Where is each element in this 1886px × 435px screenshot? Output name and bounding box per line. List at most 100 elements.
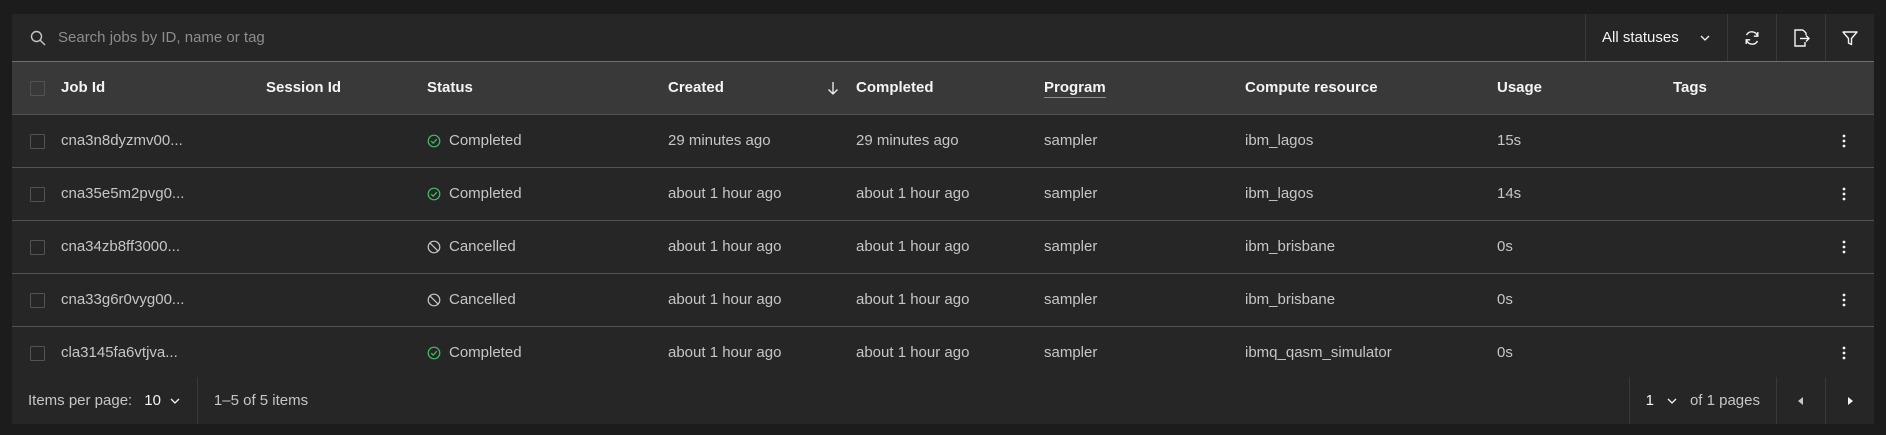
cell-usage: 0s [1497, 238, 1513, 255]
table-row[interactable]: cna33g6r0vyg00... Cancelled about 1 hour a… [12, 273, 1874, 326]
overflow-menu-vertical-icon [1842, 187, 1846, 200]
status-label: Cancelled [449, 291, 516, 308]
status-label: Completed [449, 132, 522, 149]
cell-program: sampler [1044, 344, 1098, 361]
column-header-compute-resource[interactable]: Compute resource [1245, 62, 1497, 115]
row-overflow-menu-button[interactable] [1814, 239, 1874, 255]
page-selector[interactable]: 1 of 1 pages [1628, 377, 1776, 424]
search-bar[interactable] [12, 14, 1585, 61]
status-filter-value: All statuses [1602, 29, 1679, 46]
column-header-job-id[interactable]: Job Id [61, 62, 266, 115]
checkmark-outline-icon [427, 134, 441, 147]
column-header-program[interactable]: Program [1044, 62, 1245, 115]
export-icon [1794, 28, 1810, 47]
overflow-menu-vertical-icon [1842, 293, 1846, 306]
refresh-icon [1745, 30, 1759, 45]
cell-job-id[interactable]: cna34zb8ff3000... [61, 220, 266, 273]
cell-completed: about 1 hour ago [856, 238, 970, 255]
cell-session-id [266, 326, 427, 379]
next-page-button[interactable] [1825, 377, 1874, 424]
chevron-down-icon [1667, 398, 1677, 404]
row-checkbox[interactable] [30, 186, 45, 202]
row-overflow-menu-button[interactable] [1814, 186, 1874, 202]
current-page: 1 [1645, 392, 1654, 409]
row-checkbox[interactable] [30, 345, 45, 361]
column-header-status[interactable]: Status [427, 62, 668, 115]
jobs-table: Job Id Session Id Status Created Complet… [12, 62, 1874, 380]
items-per-page-value: 10 [144, 392, 161, 409]
cell-compute-resource: ibmq_qasm_simulator [1245, 344, 1392, 361]
row-overflow-menu-button[interactable] [1814, 133, 1874, 149]
table-header-row: Job Id Session Id Status Created Complet… [12, 62, 1874, 115]
cell-status: Completed [427, 167, 668, 220]
cell-job-id[interactable]: cna35e5m2pvg0... [61, 167, 266, 220]
cell-compute-resource: ibm_brisbane [1245, 238, 1336, 255]
status-filter-dropdown[interactable]: All statuses [1585, 14, 1727, 61]
overflow-menu-vertical-icon [1842, 134, 1846, 147]
cell-usage: 15s [1497, 132, 1522, 149]
row-checkbox[interactable] [30, 239, 45, 255]
cell-session-id [266, 114, 427, 167]
chevron-down-icon [1700, 35, 1710, 41]
cell-tags [1673, 220, 1814, 273]
cell-session-id [266, 167, 427, 220]
table-toolbar: All statuses [12, 14, 1874, 62]
refresh-button[interactable] [1727, 14, 1776, 61]
table-body: cna3n8dyzmv00... Completed 29 minutes ago 2… [12, 114, 1874, 379]
cell-tags [1673, 167, 1814, 220]
cell-job-id[interactable]: cna3n8dyzmv00... [61, 114, 266, 167]
cell-usage: 14s [1497, 185, 1522, 202]
cell-tags [1673, 114, 1814, 167]
cell-status: Completed [427, 114, 668, 167]
filter-button[interactable] [1825, 14, 1874, 61]
cell-program: sampler [1044, 291, 1098, 308]
cell-completed: about 1 hour ago [856, 291, 970, 308]
row-overflow-menu-button[interactable] [1814, 345, 1874, 361]
column-header-usage[interactable]: Usage [1497, 62, 1673, 115]
column-header-created-label: Created [668, 79, 724, 97]
checkmark-outline-icon [427, 187, 441, 200]
cell-completed: 29 minutes ago [856, 132, 959, 149]
status-label: Completed [449, 185, 522, 202]
cell-tags [1673, 326, 1814, 379]
column-header-program-label: Program [1044, 79, 1106, 99]
row-overflow-menu-button[interactable] [1814, 292, 1874, 308]
items-per-page: Items per page: 10 [12, 377, 198, 424]
caret-right-icon [1848, 396, 1853, 405]
row-checkbox[interactable] [30, 292, 45, 308]
cell-tags [1673, 273, 1814, 326]
cell-usage: 0s [1497, 291, 1513, 308]
cell-program: sampler [1044, 132, 1098, 149]
items-per-page-label: Items per page: [28, 392, 133, 409]
cell-program: sampler [1044, 238, 1098, 255]
items-range: 1–5 of 5 items [213, 392, 309, 409]
cell-session-id [266, 220, 427, 273]
column-header-session-id[interactable]: Session Id [266, 62, 427, 115]
chevron-down-icon [170, 398, 180, 404]
total-pages: of 1 pages [1689, 392, 1760, 409]
cell-status: Cancelled [427, 273, 668, 326]
table-row[interactable]: cna35e5m2pvg0... Completed about 1 hour ag… [12, 167, 1874, 220]
cell-job-id[interactable]: cla3145fa6vtjva... [61, 326, 266, 379]
row-checkbox[interactable] [30, 133, 45, 149]
column-header-tags: Tags [1673, 62, 1814, 115]
export-button[interactable] [1776, 14, 1825, 61]
items-per-page-select[interactable]: 10 [144, 392, 181, 409]
column-header-completed[interactable]: Completed [856, 62, 1044, 115]
blocked-icon [427, 240, 441, 253]
cell-job-id[interactable]: cna33g6r0vyg00... [61, 273, 266, 326]
column-header-created[interactable]: Created [668, 62, 856, 115]
previous-page-button[interactable] [1776, 377, 1825, 424]
table-row[interactable]: cna34zb8ff3000... Cancelled about 1 hour a… [12, 220, 1874, 273]
search-input[interactable] [58, 29, 1585, 46]
table-row[interactable]: cla3145fa6vtjva... Completed about 1 hour … [12, 326, 1874, 379]
table-row[interactable]: cna3n8dyzmv00... Completed 29 minutes ago 2… [12, 114, 1874, 167]
cell-created: 29 minutes ago [668, 132, 771, 149]
filter-icon [1842, 30, 1858, 45]
select-all-checkbox[interactable] [30, 80, 45, 96]
cell-created: about 1 hour ago [668, 344, 782, 361]
caret-left-icon [1798, 396, 1803, 405]
search-icon [30, 30, 46, 45]
overflow-menu-vertical-icon [1842, 240, 1846, 253]
cell-created: about 1 hour ago [668, 185, 782, 202]
